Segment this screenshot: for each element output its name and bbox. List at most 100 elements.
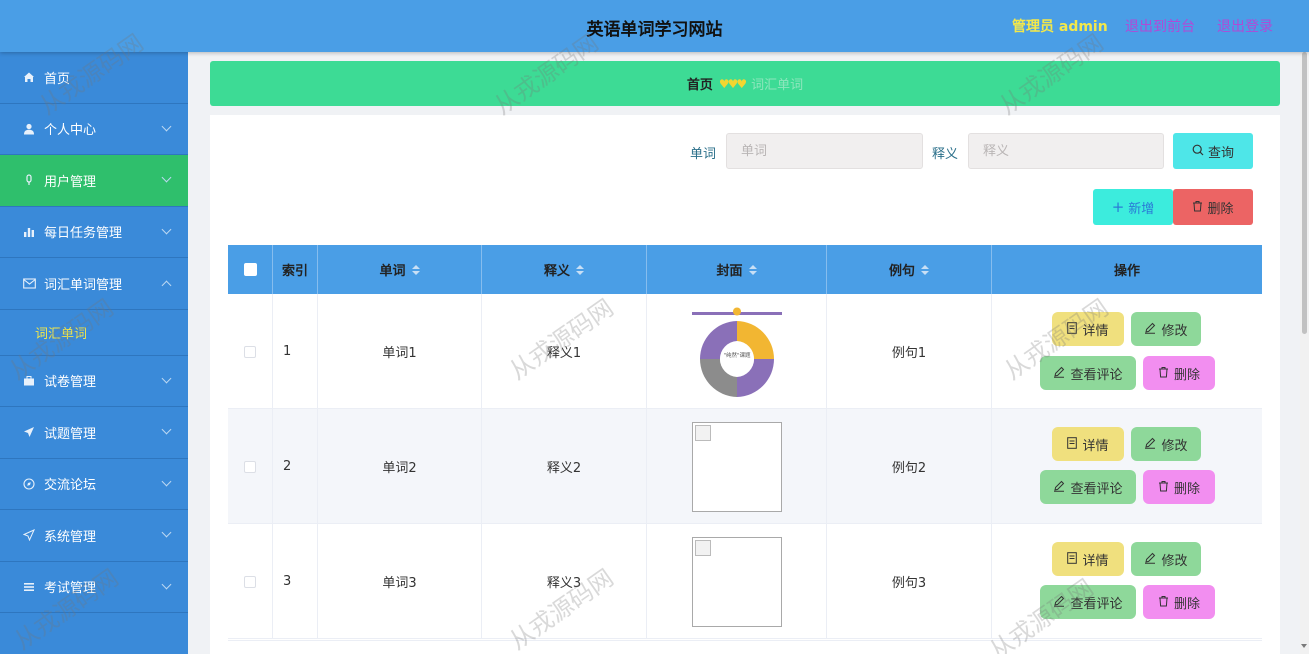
word-search-input[interactable] xyxy=(726,133,923,169)
row-select-cell[interactable] xyxy=(228,409,273,524)
row-delete-button[interactable]: 删除 xyxy=(1143,585,1215,619)
row-checkbox[interactable] xyxy=(244,460,256,473)
sidebar-item-home[interactable]: 首页 xyxy=(0,52,188,104)
query-button-label: 查询 xyxy=(1207,145,1234,161)
column-header-cover[interactable]: 封面 xyxy=(647,245,827,294)
sidebar-item-exam-paper[interactable]: 试卷管理 xyxy=(0,356,188,407)
sidebar: 首页 个人中心 用户管理 每日任务管理 词汇单词管理 词汇单词 试卷管理 试题管… xyxy=(0,52,188,654)
word-cell: 单词3 xyxy=(318,524,482,639)
sidebar-subitem-vocabulary-words[interactable]: 词汇单词 xyxy=(0,310,188,356)
breadcrumb-home[interactable]: 首页 xyxy=(687,74,713,93)
scroll-down-arrow-icon[interactable] xyxy=(1301,644,1307,648)
sort-icon[interactable] xyxy=(748,264,757,275)
breadcrumb: 首页 ♥♥♥ 词汇单词 xyxy=(210,61,1280,106)
back-to-front-link[interactable]: 退出到前台 xyxy=(1125,16,1195,36)
top-header: 英语单词学习网站 管理员 admin 退出到前台 退出登录 xyxy=(0,0,1309,52)
row-delete-button[interactable]: 删除 xyxy=(1143,356,1215,390)
home-icon xyxy=(22,70,36,84)
edit-button[interactable]: 修改 xyxy=(1131,312,1201,346)
column-header-label: 封面 xyxy=(716,264,743,279)
column-header-word[interactable]: 单词 xyxy=(318,245,482,294)
batch-delete-button[interactable]: 删除 xyxy=(1173,189,1253,225)
meaning-cell: 释义2 xyxy=(482,409,647,524)
chevron-down-icon xyxy=(161,476,172,486)
sidebar-item-daily-task[interactable]: 每日任务管理 xyxy=(0,207,188,258)
broken-image-icon[interactable] xyxy=(691,536,782,627)
row-checkbox[interactable] xyxy=(244,575,256,588)
row-checkbox[interactable] xyxy=(244,345,256,358)
pencil-icon xyxy=(1144,552,1156,567)
sidebar-item-user-management[interactable]: 用户管理 xyxy=(0,155,188,207)
sidebar-item-label: 用户管理 xyxy=(44,174,97,190)
scrollbar-thumb[interactable] xyxy=(1302,52,1307,334)
view-comments-button[interactable]: 查看评论 xyxy=(1040,585,1136,619)
row-select-cell[interactable] xyxy=(228,294,273,409)
sidebar-item-system[interactable]: 系统管理 xyxy=(0,510,188,562)
edit-button[interactable]: 修改 xyxy=(1131,427,1201,461)
view-comments-button[interactable]: 查看评论 xyxy=(1040,470,1136,504)
example-cell: 例句2 xyxy=(827,409,992,524)
meaning-cell: 释义1 xyxy=(482,294,647,409)
view-comments-button[interactable]: 查看评论 xyxy=(1040,356,1136,390)
table-header: 索引 单词 释义 封面 例句 操作 xyxy=(228,245,1262,294)
sidebar-item-forum[interactable]: 交流论坛 xyxy=(0,459,188,510)
logout-link[interactable]: 退出登录 xyxy=(1217,16,1273,36)
query-button[interactable]: 查询 xyxy=(1173,133,1253,169)
row-delete-label: 删除 xyxy=(1173,481,1200,497)
broken-image-icon[interactable] xyxy=(691,421,782,512)
row-delete-button[interactable]: 删除 xyxy=(1143,470,1215,504)
pencil-icon xyxy=(1053,366,1065,381)
chevron-down-icon xyxy=(161,579,172,589)
select-all-cell[interactable] xyxy=(228,245,273,294)
microphone-icon xyxy=(22,173,36,187)
meaning-search-input[interactable] xyxy=(968,133,1164,169)
sidebar-item-question[interactable]: 试题管理 xyxy=(0,407,188,459)
word-cell: 单词2 xyxy=(318,409,482,524)
sort-icon[interactable] xyxy=(576,264,584,275)
row-delete-label: 删除 xyxy=(1173,367,1200,383)
select-all-checkbox[interactable] xyxy=(243,263,257,276)
paper-plane-icon xyxy=(22,528,36,542)
detail-button[interactable]: 详情 xyxy=(1052,542,1124,576)
sidebar-item-personal-center[interactable]: 个人中心 xyxy=(0,104,188,155)
detail-button[interactable]: 详情 xyxy=(1052,312,1124,346)
actions-cell xyxy=(992,524,1262,639)
column-header-example[interactable]: 例句 xyxy=(827,245,992,294)
bar-chart-icon xyxy=(22,225,36,239)
view-comments-label: 查看评论 xyxy=(1070,481,1123,497)
trash-icon xyxy=(1158,595,1169,610)
sidebar-item-exam[interactable]: 考试管理 xyxy=(0,562,188,613)
sidebar-item-label: 试题管理 xyxy=(44,426,97,442)
mail-icon xyxy=(22,276,36,290)
chevron-up-icon xyxy=(161,280,172,291)
sidebar-item-vocabulary[interactable]: 词汇单词管理 xyxy=(0,258,188,310)
word-search-label: 单词 xyxy=(690,147,717,162)
user-icon xyxy=(22,122,36,136)
actions-cell xyxy=(992,409,1262,524)
column-header-meaning[interactable]: 释义 xyxy=(482,245,647,294)
sort-icon[interactable] xyxy=(921,264,929,275)
briefcase-icon xyxy=(22,374,36,388)
add-button-label: 新增 xyxy=(1128,201,1155,217)
chevron-down-icon xyxy=(161,424,172,435)
edit-button[interactable]: 修改 xyxy=(1131,542,1201,576)
add-button[interactable]: + 新增 xyxy=(1093,189,1173,225)
row-select-cell[interactable] xyxy=(228,524,273,639)
sidebar-subitem-label: 词汇单词 xyxy=(35,326,88,342)
admin-user-label: 管理员 admin xyxy=(1012,19,1108,35)
sort-icon[interactable] xyxy=(411,264,420,275)
example-cell: 例句3 xyxy=(827,524,992,639)
cover-cell xyxy=(647,409,827,524)
chevron-down-icon xyxy=(161,527,172,538)
pencil-icon xyxy=(1144,322,1156,337)
table-row-partial xyxy=(228,640,1262,654)
edit-button-label: 修改 xyxy=(1161,438,1188,454)
row-delete-label: 删除 xyxy=(1173,596,1200,612)
column-header-index: 索引 xyxy=(273,245,318,294)
sidebar-item-label: 每日任务管理 xyxy=(44,226,123,242)
sidebar-item-label: 试卷管理 xyxy=(44,375,97,391)
page-scrollbar[interactable] xyxy=(1300,52,1309,654)
detail-button[interactable]: 详情 xyxy=(1052,427,1124,461)
cover-image[interactable]: "纯然"课题 xyxy=(691,307,782,397)
pencil-icon xyxy=(1053,595,1065,610)
